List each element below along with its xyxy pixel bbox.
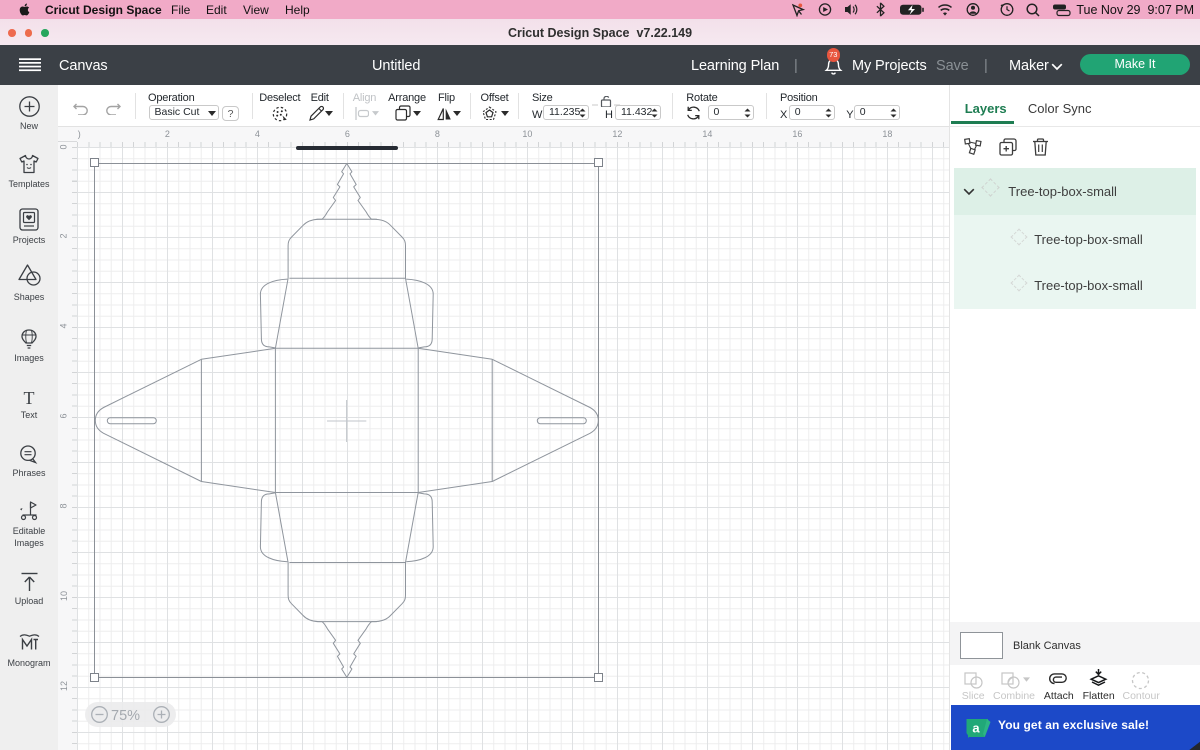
svg-text:a: a [972, 720, 980, 735]
